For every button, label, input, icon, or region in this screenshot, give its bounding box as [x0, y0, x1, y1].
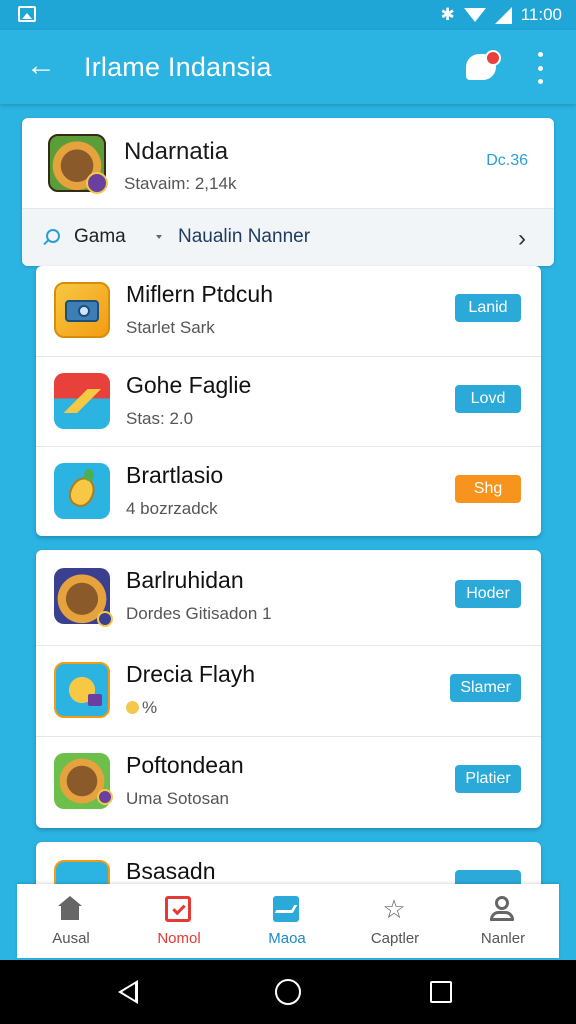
app-action-button[interactable]: Platier: [455, 765, 521, 793]
back-arrow-icon[interactable]: ←: [26, 51, 56, 82]
app-action-button[interactable]: Slamer: [450, 674, 521, 702]
bluetooth-icon: ✱: [440, 5, 455, 24]
app-meta: 4 bozrzadck: [126, 499, 218, 518]
filter-select[interactable]: Gama: [74, 226, 126, 248]
app-meta: Starlet Sark: [126, 318, 215, 337]
chat-notification-icon[interactable]: [466, 50, 501, 80]
app-title: Barlruhidan: [126, 567, 244, 593]
bird-app-icon: [54, 662, 110, 718]
signal-icon: [494, 6, 512, 24]
more-options-icon[interactable]: [532, 52, 548, 84]
nav-label: Nomol: [157, 930, 201, 947]
app-action-button[interactable]: Hoder: [455, 580, 521, 608]
person-icon: [489, 896, 515, 922]
app-meta: Stas: 2.0: [126, 409, 194, 428]
profile-header-card: Ndarnatia Stavaim: 2,14k Dc.36 Gama Naua…: [22, 118, 554, 266]
app-title: Miflern Ptdcuh: [126, 281, 274, 307]
nav-item-captler[interactable]: ☆ Captler: [341, 884, 449, 958]
app-title: Bsasadn: [126, 858, 216, 884]
app-title: Poftondean: [126, 752, 244, 778]
nav-item-maoa[interactable]: Maoa: [233, 884, 341, 958]
nav-label: Maoa: [268, 930, 306, 947]
nav-item-nomol[interactable]: Nomol: [125, 884, 233, 958]
page-title: Irlame Indansia: [84, 52, 272, 82]
filter-bar[interactable]: Gama Naualin Nanner ›: [22, 208, 554, 266]
system-navigation-bar: [0, 960, 576, 1024]
list-item[interactable]: Miflern Ptdcuh Starlet Sark Lanid: [36, 266, 541, 357]
app-meta: Uma Sotosan: [126, 789, 229, 808]
list-item[interactable]: Poftondean Uma Sotosan Platier: [36, 736, 541, 827]
chevron-right-icon[interactable]: ›: [518, 225, 526, 253]
nav-item-ausal[interactable]: Ausal: [17, 884, 125, 958]
app-list-group-2: Barlruhidan Dordes Gitisadon 1 Hoder Dre…: [36, 550, 541, 828]
list-item[interactable]: Barlruhidan Dordes Gitisadon 1 Hoder: [36, 552, 541, 643]
app-title: Brartlasio: [126, 462, 224, 488]
star-icon: ☆: [382, 894, 406, 924]
monkey-app-icon: [54, 568, 113, 627]
home-icon: [57, 896, 83, 922]
profile-date: Dc.36: [486, 152, 528, 169]
carrot-app-icon: [54, 463, 110, 519]
coin-icon: [126, 701, 139, 714]
back-icon[interactable]: [118, 980, 138, 1004]
wifi-icon: [463, 8, 486, 22]
nav-label: Captler: [370, 930, 420, 947]
status-time: 11:00: [520, 5, 562, 24]
bottom-nav: Ausal Nomol Maoa ☆ Captler Nanler: [17, 884, 559, 958]
app-meta: %: [126, 698, 157, 718]
chart-app-icon: [54, 373, 110, 429]
app-list-group-1: Miflern Ptdcuh Starlet Sark Lanid Gohe F…: [36, 266, 541, 536]
app-bar: ← Irlame Indansia: [0, 30, 576, 104]
status-bar: ✱ 11:00: [0, 0, 576, 30]
app-meta-text: %: [142, 698, 158, 717]
profile-stats: Stavaim: 2,14k: [124, 174, 237, 193]
list-item[interactable]: Brartlasio 4 bozrzadck Shg: [36, 446, 541, 537]
status-icons: ✱ 11:00: [440, 5, 562, 25]
app-title: Gohe Faglie: [126, 372, 252, 398]
sort-select[interactable]: Naualin Nanner: [178, 226, 310, 248]
app-action-button[interactable]: Shg: [455, 475, 521, 503]
search-icon[interactable]: [46, 229, 60, 243]
nav-item-nanler[interactable]: Nanler: [449, 884, 557, 958]
profile-name: Ndarnatia: [124, 138, 229, 165]
nav-label: Ausal: [52, 930, 90, 947]
recents-icon[interactable]: [430, 981, 452, 1003]
nav-label: Nanler: [480, 930, 526, 947]
graph-icon: [273, 896, 299, 922]
gallery-notification-icon: [18, 6, 36, 22]
monkey-game-icon: [54, 753, 113, 809]
list-item[interactable]: Drecia Flayh % Slamer: [36, 645, 541, 736]
avatar[interactable]: [48, 134, 108, 194]
app-title: Drecia Flayh: [126, 661, 256, 687]
app-action-button[interactable]: Lanid: [455, 294, 521, 322]
camera-app-icon: [54, 282, 110, 338]
app-action-button[interactable]: Lovd: [455, 385, 521, 413]
home-button-icon[interactable]: [275, 979, 301, 1005]
checklist-icon: [165, 896, 191, 922]
app-meta: Dordes Gitisadon 1: [126, 604, 272, 623]
list-item[interactable]: Gohe Faglie Stas: 2.0 Lovd: [36, 356, 541, 447]
chevron-down-icon[interactable]: [156, 235, 162, 239]
